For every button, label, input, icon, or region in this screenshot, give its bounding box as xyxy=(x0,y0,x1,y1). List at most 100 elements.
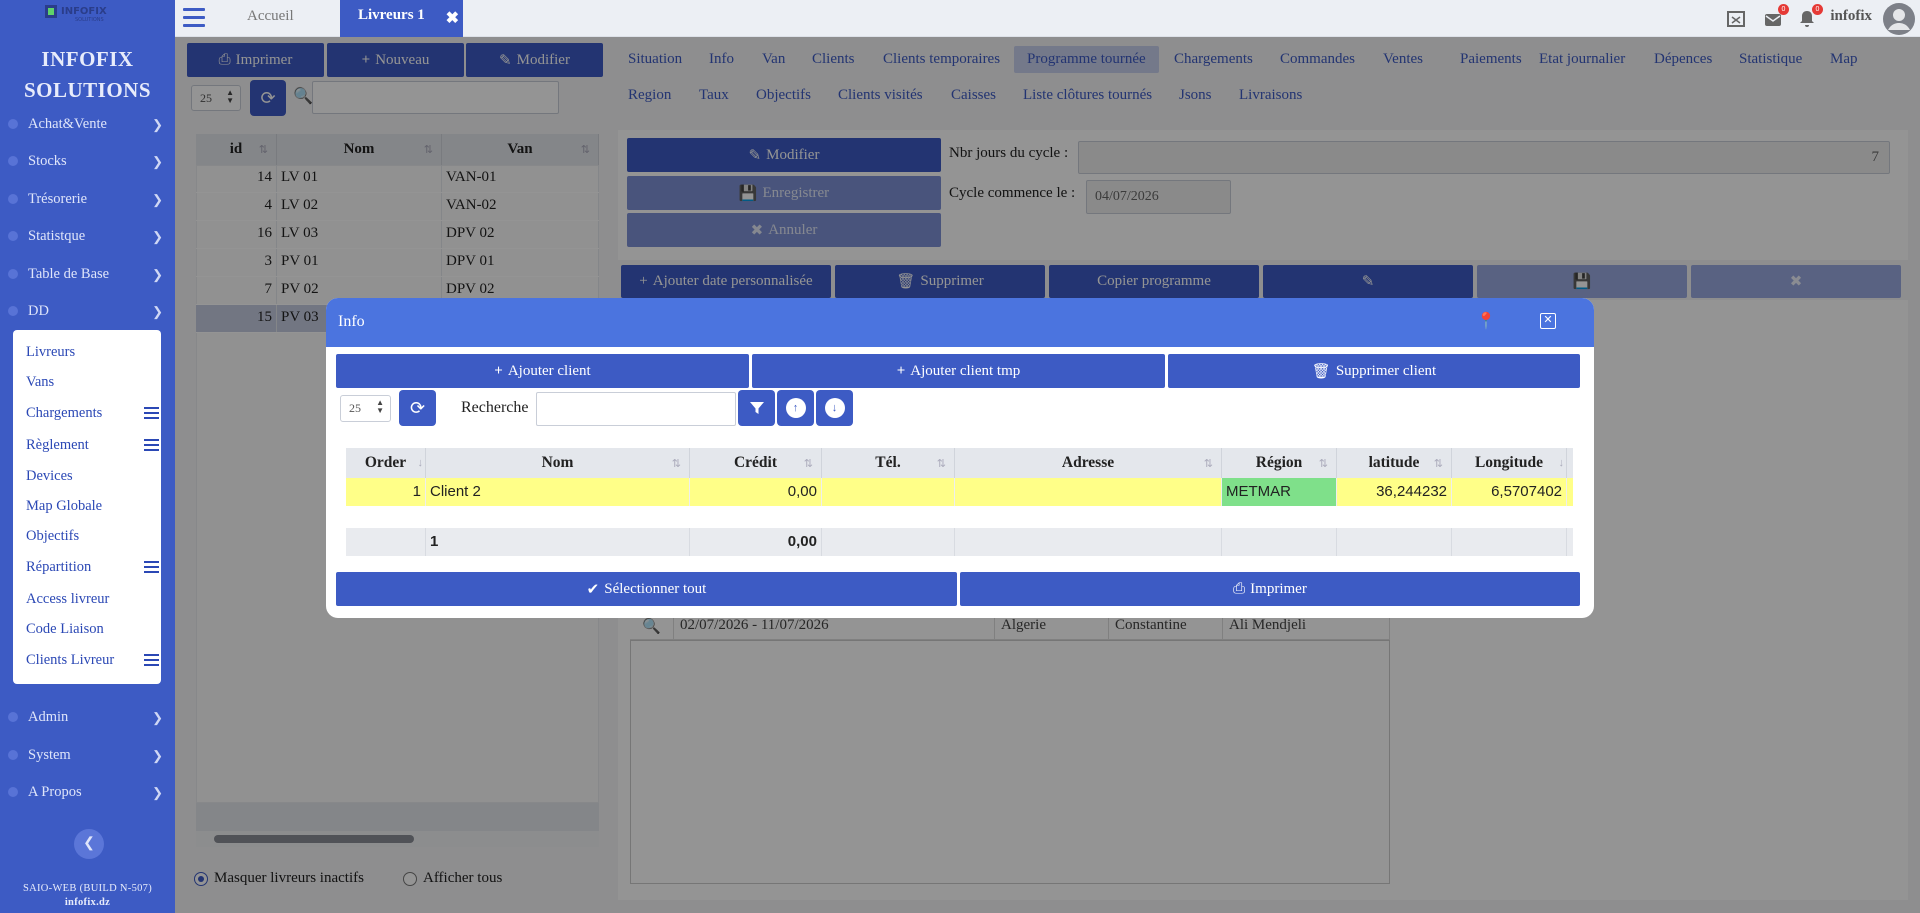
plus-icon: + xyxy=(494,362,503,379)
chevron-right-icon: ❯ xyxy=(152,229,163,244)
info-dialog: Info 📍 ✕ + Ajouter client + Ajouter client… xyxy=(326,298,1594,618)
bullet-icon xyxy=(8,750,18,760)
move-down-button[interactable]: ↓ xyxy=(816,390,853,426)
submenu-vans[interactable]: Vans xyxy=(26,372,156,392)
sort-icon: ↓ xyxy=(417,457,424,469)
clients-table-header: Order ↓ Nom ⇅ Crédit ⇅ Tél. ⇅ Adresse ⇅ Régio… xyxy=(346,448,1573,478)
menu-icon xyxy=(144,436,159,454)
sidebar-item-table-de-base[interactable]: Table de Base ❯ xyxy=(0,257,175,291)
add-client-button[interactable]: + Ajouter client xyxy=(336,354,749,388)
select-all-button[interactable]: ✔ Sélectionner tout xyxy=(336,572,957,606)
footer-credit-total: 0,00 xyxy=(690,528,822,556)
search-label: Recherche xyxy=(461,399,529,416)
messages-badge: 0 xyxy=(1778,4,1789,15)
bullet-icon xyxy=(8,306,18,316)
dialog-print-button[interactable]: ⎙ Imprimer xyxy=(960,572,1580,606)
chevron-right-icon: ❯ xyxy=(152,192,163,207)
bullet-icon xyxy=(8,156,18,166)
col-adresse[interactable]: Adresse ⇅ xyxy=(955,448,1222,478)
col-longitude[interactable]: Longitude ↓ xyxy=(1452,448,1567,478)
dialog-title: Info xyxy=(338,313,365,330)
menu-icon xyxy=(144,651,159,669)
submenu-devices[interactable]: Devices xyxy=(26,466,156,486)
submenu-livreurs[interactable]: Livreurs xyxy=(26,342,156,362)
chevron-down-icon: ❯ xyxy=(152,304,163,319)
notifications-badge: 0 xyxy=(1812,4,1823,15)
bullet-icon xyxy=(8,119,18,129)
sort-icon: ⇅ xyxy=(1433,457,1443,470)
table-row[interactable]: 1 Client 2 0,00 METMAR 36,244232 6,57074… xyxy=(346,478,1573,506)
delete-client-button[interactable]: 🗑 Supprimer client xyxy=(1168,354,1580,388)
avatar[interactable] xyxy=(1883,3,1915,35)
chevron-right-icon: ❯ xyxy=(152,785,163,800)
sidebar-item-achat-vente[interactable]: Achat&Vente ❯ xyxy=(0,107,175,141)
tab-livreurs[interactable]: Livreurs 1 ✖ xyxy=(340,0,463,37)
submenu-access-livreur[interactable]: Access livreur xyxy=(26,589,156,609)
col-latitude[interactable]: latitude ⇅ xyxy=(1337,448,1452,478)
dialog-page-size-select[interactable]: 25 ▲ ▼ xyxy=(340,395,391,422)
dialog-refresh-button[interactable]: ⟳ xyxy=(399,390,436,426)
move-up-button[interactable]: ↑ xyxy=(777,390,814,426)
menu-icon xyxy=(144,558,159,576)
topbar: Accueil Livreurs 1 ✖ 0 0 infofix xyxy=(175,0,1920,37)
filter-button[interactable] xyxy=(738,390,775,426)
chevron-right-icon: ❯ xyxy=(152,748,163,763)
printer-icon: ⎙ xyxy=(1233,581,1246,597)
chevron-right-icon: ❯ xyxy=(152,710,163,725)
submenu-clients-livreur[interactable]: Clients Livreur xyxy=(26,650,159,670)
sidebar-item-system[interactable]: System ❯ xyxy=(0,738,175,772)
sidebar-item-admin[interactable]: Admin ❯ xyxy=(0,700,175,734)
submenu-code-liaison[interactable]: Code Liaison xyxy=(26,619,156,639)
sidebar-footer: SAIO-WEB (BUILD N-507) infofix.dz xyxy=(22,883,153,908)
sidebar-submenu: Livreurs Vans Chargements Règlement Devi… xyxy=(13,330,161,684)
sidebar-item-statistique[interactable]: Statistque ❯ xyxy=(0,219,175,253)
tab-accueil[interactable]: Accueil xyxy=(247,8,294,25)
spinner-icon: ▲ ▼ xyxy=(376,398,384,415)
bullet-icon xyxy=(8,269,18,279)
submenu-chargements[interactable]: Chargements xyxy=(26,403,159,423)
sidebar-item-tresorerie[interactable]: Trésorerie ❯ xyxy=(0,182,175,216)
sort-icon: ↓ xyxy=(1558,457,1565,469)
chevron-right-icon: ❯ xyxy=(152,154,163,169)
bullet-icon xyxy=(8,712,18,722)
sort-icon: ⇅ xyxy=(936,457,946,470)
svg-text:SOLUTIONS: SOLUTIONS xyxy=(75,17,104,22)
clients-table-footer: 1 0,00 xyxy=(346,528,1573,556)
close-dialog-icon[interactable]: ✕ xyxy=(1540,313,1556,329)
sidebar-item-dd[interactable]: DD ❯ xyxy=(0,294,175,328)
sidebar-item-a-propos[interactable]: A Propos ❯ xyxy=(0,775,175,809)
col-order[interactable]: Order ↓ xyxy=(346,448,426,478)
chevron-right-icon: ❯ xyxy=(152,267,163,282)
empty-row xyxy=(346,506,1573,528)
submenu-reglement[interactable]: Règlement xyxy=(26,435,159,455)
check-double-icon: ✔ xyxy=(586,581,600,598)
hamburger-menu-icon[interactable] xyxy=(183,8,205,32)
sort-icon: ⇅ xyxy=(671,457,681,470)
messages-icon[interactable]: 0 xyxy=(1763,4,1789,29)
collapse-sidebar-button[interactable]: ❮ xyxy=(74,829,104,859)
col-nom[interactable]: Nom ⇅ xyxy=(426,448,690,478)
dialog-search-input[interactable] xyxy=(536,392,736,426)
bullet-icon xyxy=(8,787,18,797)
submenu-map-globale[interactable]: Map Globale xyxy=(26,496,156,516)
pin-icon[interactable]: 📍 xyxy=(1476,311,1496,331)
user-name[interactable]: infofix xyxy=(1830,8,1872,25)
chevron-right-icon: ❯ xyxy=(152,117,163,132)
add-client-tmp-button[interactable]: + Ajouter client tmp xyxy=(752,354,1165,388)
trash-icon: 🗑 xyxy=(1311,363,1331,380)
close-tab-icon[interactable]: ✖ xyxy=(446,8,459,28)
submenu-objectifs[interactable]: Objectifs xyxy=(26,526,156,546)
col-credit[interactable]: Crédit ⇅ xyxy=(690,448,822,478)
sort-icon: ⇅ xyxy=(1318,457,1328,470)
submenu-repartition[interactable]: Répartition xyxy=(26,557,159,577)
filter-icon xyxy=(749,402,764,414)
sidebar-item-stocks[interactable]: Stocks ❯ xyxy=(0,144,175,178)
col-tel[interactable]: Tél. ⇅ xyxy=(822,448,955,478)
bell-icon[interactable]: 0 xyxy=(1797,4,1823,29)
footer-count: 1 xyxy=(426,528,690,556)
col-region[interactable]: Région ⇅ xyxy=(1222,448,1337,478)
window-icon[interactable] xyxy=(1726,9,1746,29)
bullet-icon xyxy=(8,194,18,204)
sort-icon: ⇅ xyxy=(1203,457,1213,470)
plus-icon: + xyxy=(896,362,906,379)
